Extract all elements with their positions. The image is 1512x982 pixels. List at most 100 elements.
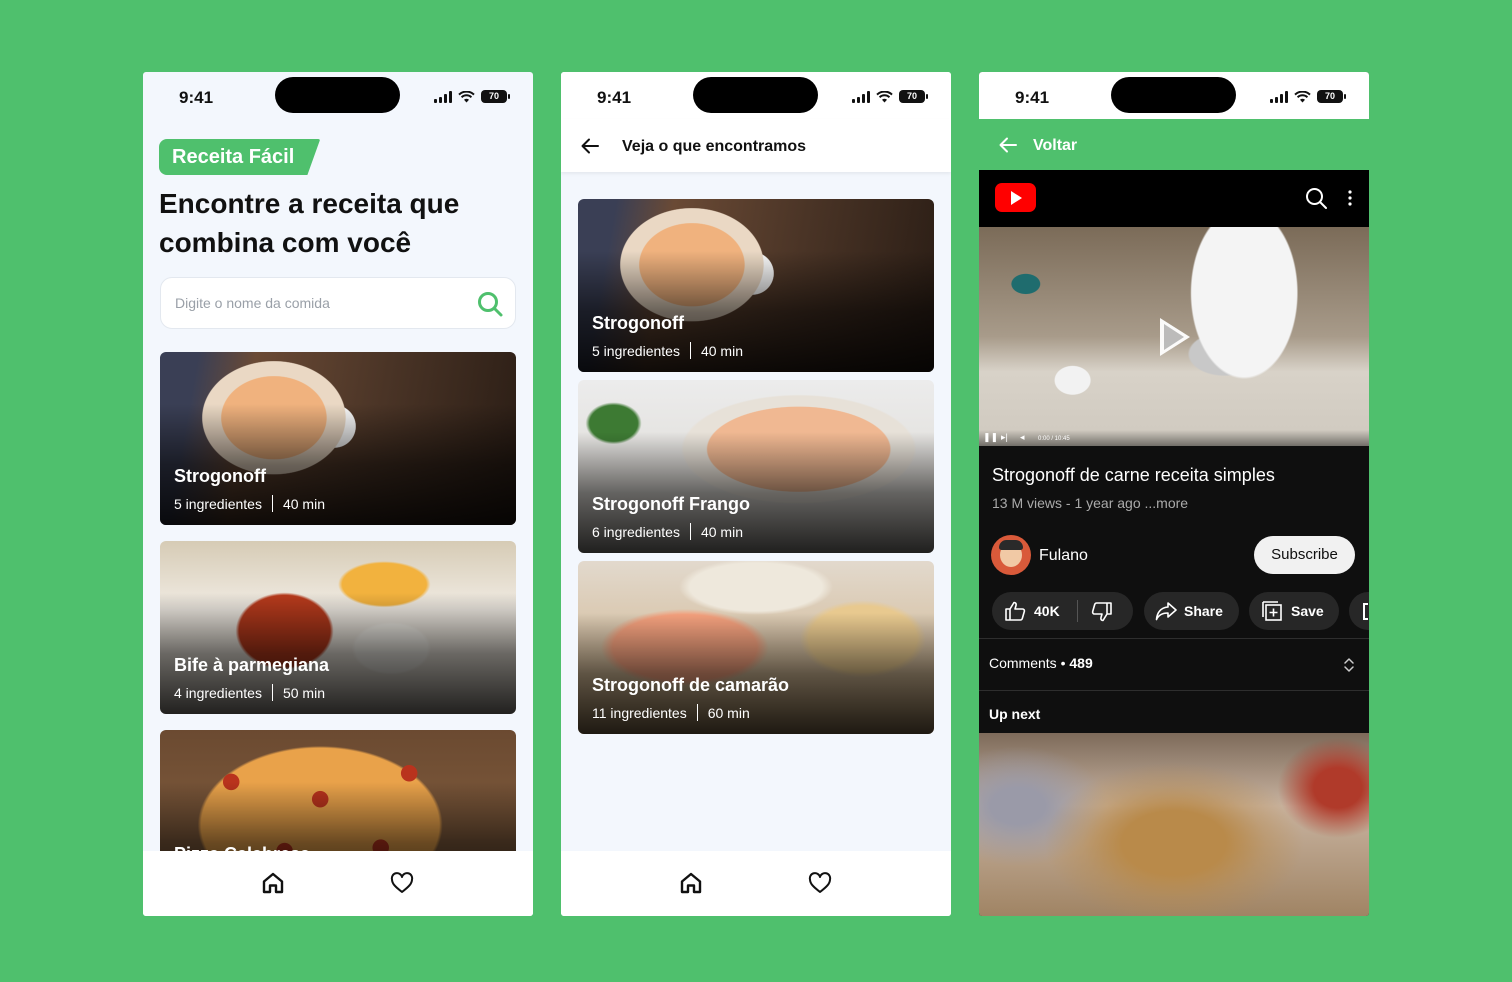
thumbs-up-icon[interactable] [1004,601,1026,621]
signal-icon [1270,90,1288,103]
recipe-card[interactable]: Strogonoff 5 ingredientes 40 min [578,199,934,372]
status-time: 9:41 [597,88,632,107]
status-icons: 70 [434,90,510,103]
recipe-meta: 5 ingredientes 40 min [592,342,743,359]
wifi-icon [458,90,475,102]
results-header: Veja o que encontramos [561,119,951,172]
recipe-card[interactable]: Strogonoff 5 ingredientes 40 min [160,352,516,525]
recipe-meta: 6 ingredientes 40 min [592,523,743,540]
share-label: Share [1184,603,1223,619]
dynamic-island [1111,77,1236,113]
back-arrow-icon[interactable] [580,136,600,156]
tab-bar [561,851,951,916]
video-controls: ❚❚ ▸| ◂ 0:00 / 10:45 [979,430,1369,446]
recipe-title: Strogonoff [592,313,684,333]
flag-icon [1363,603,1368,620]
results-title: Veja o que encontramos [622,138,807,155]
wifi-icon [1294,90,1311,102]
youtube-top-bar [979,170,1369,227]
video-time: 0:00 / 10:45 [1038,436,1070,442]
signal-icon [852,90,870,103]
search-input[interactable]: Digite o nome da comida [160,277,516,329]
back-label[interactable]: Voltar [1033,137,1077,155]
skip-next-icon[interactable]: ▸| [1001,432,1008,443]
search-placeholder: Digite o nome da comida [175,295,330,311]
search-icon[interactable] [476,290,504,318]
results-screen: 9:41 70 Veja o que encontramos Strogonof… [561,72,951,916]
status-time: 9:41 [1015,88,1050,107]
home-screen: 9:41 70 Receita Fácil Encontre a receita… [143,72,533,916]
tab-bar [143,851,533,916]
recipe-ingredients: 11 ingredientes [592,704,687,721]
home-icon[interactable] [679,871,703,895]
battery-icon: 70 [481,90,510,103]
status-bar: 9:41 70 [143,72,533,119]
back-header[interactable]: Voltar [979,119,1369,170]
recipe-card[interactable]: Bife à parmegiana 4 ingredientes 50 min [160,541,516,714]
youtube-logo-icon[interactable] [995,183,1036,212]
status-bar: 9:41 70 [561,72,951,119]
recipe-time: 40 min [700,342,743,359]
dynamic-island [275,77,400,113]
channel-name[interactable]: Fulano [1039,547,1088,565]
dynamic-island [693,77,818,113]
comments-count: 489 [1069,655,1093,671]
recipe-card[interactable]: Strogonoff Frango 6 ingredientes 40 min [578,380,934,553]
recipe-time: 50 min [282,684,325,701]
heart-icon[interactable] [390,872,414,894]
recipe-ingredients: 5 ingredientes [174,495,262,512]
up-next-thumbnail[interactable] [979,733,1369,916]
status-bar: 9:41 70 [979,72,1369,119]
recipe-title: Bife à parmegiana [174,655,330,675]
thumbs-down-icon[interactable] [1091,602,1113,622]
like-count[interactable]: 40K [1034,603,1060,619]
video-meta[interactable]: 13 M views - 1 year ago ...more [992,495,1188,511]
recipe-title: Strogonoff Frango [592,494,750,514]
pause-icon[interactable]: ❚❚ [983,432,998,443]
comments-header[interactable]: Comments • 489 [989,655,1093,671]
up-next-label: Up next [989,706,1041,722]
signal-icon [434,90,452,103]
subscribe-button[interactable]: Subscribe [1254,536,1355,574]
recipe-title: Strogonoff [174,466,266,486]
video-title: Strogonoff de carne receita simples [992,465,1275,485]
recipe-ingredients: 6 ingredientes [592,523,680,540]
video-screen: 9:41 70 Voltar ❚❚ ▸| ◂ 0:00 / 10:45 Stro… [979,72,1369,916]
video-player[interactable]: ❚❚ ▸| ◂ 0:00 / 10:45 [979,227,1369,446]
flag-button[interactable] [1349,592,1369,630]
recipe-time: 40 min [700,523,743,540]
volume-icon[interactable]: ◂ [1020,432,1025,443]
battery-icon: 70 [1317,90,1346,103]
expand-icon[interactable] [1343,656,1355,674]
status-time: 9:41 [179,88,214,107]
wifi-icon [876,90,893,102]
recipe-time: 40 min [282,495,325,512]
heart-icon[interactable] [808,872,832,894]
home-icon[interactable] [261,871,285,895]
save-button[interactable]: Save [1249,592,1339,630]
page-title: Encontre a receita que combina com você [159,188,460,258]
more-vert-icon[interactable] [1348,190,1352,206]
recipe-meta: 5 ingredientes 40 min [174,495,325,512]
recipe-time: 60 min [707,704,750,721]
comments-label: Comments • [989,655,1066,671]
recipe-ingredients: 4 ingredientes [174,684,262,701]
recipe-ingredients: 5 ingredientes [592,342,680,359]
search-icon[interactable] [1305,187,1327,209]
recipe-meta: 4 ingredientes 50 min [174,684,325,701]
status-icons: 70 [1270,90,1346,103]
share-button[interactable]: Share [1144,592,1239,630]
share-icon [1155,602,1177,621]
like-dislike-pill: 40K [992,592,1133,630]
play-icon[interactable] [1160,318,1190,356]
recipe-title: Strogonoff de camarão [592,675,790,695]
save-playlist-icon [1262,601,1282,621]
channel-avatar[interactable] [991,535,1031,575]
back-arrow-icon[interactable] [998,135,1018,155]
recipe-meta: 11 ingredientes 60 min [592,704,750,721]
battery-icon: 70 [899,90,928,103]
recipe-card[interactable]: Strogonoff de camarão 11 ingredientes 60 … [578,561,934,734]
save-label: Save [1291,603,1324,619]
app-badge: Receita Fácil [159,139,321,175]
status-icons: 70 [852,90,928,103]
